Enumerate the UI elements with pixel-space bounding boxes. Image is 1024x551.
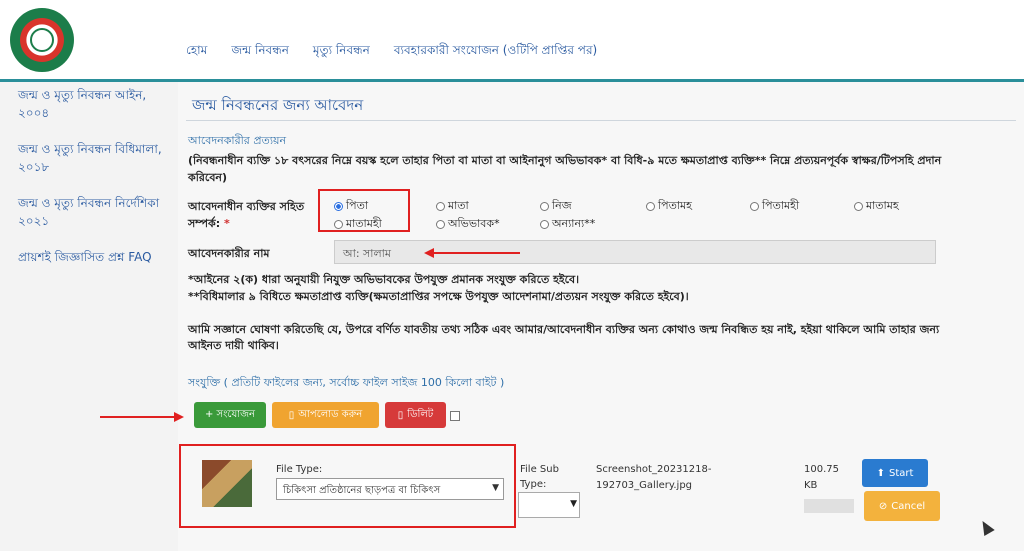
upload-button[interactable]: ▯ আপলোড করুন — [272, 402, 379, 428]
file-subtype-label: File Sub Type: — [520, 464, 559, 490]
nav-death-registration[interactable]: মৃত্যু নিবন্ধন — [313, 42, 370, 62]
sidebar-item-rules-2018[interactable]: জন্ম ও মৃত্যু নিবন্ধন বিধিমালা, ২০১৮ — [18, 140, 168, 176]
sidebar: জন্ম ও মৃত্যু নিবন্ধন আইন, ২০০৪ জন্ম ও ম… — [0, 82, 178, 551]
cancel-icon: ⊘ — [878, 500, 888, 512]
sidebar-item-faq[interactable]: প্রায়শই জিজ্ঞাসিত প্রশ্ন FAQ — [18, 248, 168, 266]
start-upload-button[interactable]: ⬆ Start — [862, 459, 928, 487]
note-authorized: **বিধিমালার ৯ বিধিতে ক্ষমতাপ্রাপ্ত ব্যক্… — [188, 290, 689, 303]
instruction-text: (নিবন্ধনাধীন ব্যক্তি ১৮ বৎসরের নিম্নে বয… — [188, 154, 942, 184]
annotation-arrow-add — [100, 416, 176, 418]
radio-mother[interactable]: মাতা — [436, 197, 469, 216]
upload-progress-bar — [804, 499, 854, 513]
delete-button[interactable]: ▯ ডিলিট — [385, 402, 446, 428]
note-guardian: *আইনের ২(ক) ধারা অনুযায়ী নিযুক্ত অভিভাব… — [188, 273, 580, 286]
divider — [186, 120, 1016, 121]
relation-label-text: আবেদনাধীন ব্যক্তির সহিত সম্পর্ক: — [188, 200, 305, 230]
section-heading: আবেদনকারীর প্রত্যয়ন — [188, 134, 287, 147]
annotation-arrow-name — [432, 252, 520, 254]
file-name: Screenshot_20231218- 192703_Gallery.jpg — [596, 464, 712, 491]
trash-icon: ▯ — [397, 409, 404, 421]
annotation-arrowhead-add — [174, 412, 184, 422]
annotation-arrowhead-name — [424, 248, 434, 258]
radio-maternal-grandfather[interactable]: মাতামহ — [854, 197, 899, 216]
header: হোম জন্ম নিবন্ধন মৃত্যু নিবন্ধন ব্যবহারক… — [0, 0, 1024, 82]
add-attachment-button[interactable]: + সংযোজন — [194, 402, 266, 428]
relation-label: আবেদনাধীন ব্যক্তির সহিত সম্পর্ক: * — [188, 198, 308, 232]
declaration-text: আমি সজ্ঞানে ঘোষণা করিতেছি যে, উপরে বর্ণি… — [188, 323, 940, 352]
radio-paternal-grandfather[interactable]: পিতামহ — [646, 197, 692, 216]
nav-home[interactable]: হোম — [186, 42, 207, 62]
required-mark: * — [223, 217, 230, 230]
upload-arrow-icon: ⬆ — [876, 467, 885, 479]
radio-other[interactable]: অন্যান্য** — [540, 215, 595, 234]
upload-icon: ▯ — [288, 409, 295, 421]
nav-birth-registration[interactable]: জন্ম নিবন্ধন — [231, 42, 289, 62]
cancel-upload-button[interactable]: ⊘ Cancel — [864, 491, 940, 521]
sidebar-item-guideline-2021[interactable]: জন্ম ও মৃত্যু নিবন্ধন নির্দেশিকা ২০২১ — [18, 194, 168, 230]
select-all-checkbox[interactable] — [450, 411, 460, 421]
attachment-heading: সংযুক্তি ( প্রতিটি ফাইলের জন্য, সর্বোচ্চ… — [188, 376, 505, 389]
file-size: 100.75 KB — [804, 464, 839, 491]
applicant-name-label: আবেদনকারীর নাম — [188, 247, 270, 260]
file-subtype-select[interactable]: ▼ — [518, 492, 580, 518]
radio-self[interactable]: নিজ — [540, 197, 572, 216]
chevron-down-icon: ▼ — [570, 499, 577, 509]
annotation-box-file-type — [179, 444, 516, 528]
sidebar-item-act-2004[interactable]: জন্ম ও মৃত্যু নিবন্ধন আইন, ২০০৪ — [18, 86, 168, 122]
radio-guardian[interactable]: অভিভাবক* — [436, 215, 500, 234]
top-navigation: হোম জন্ম নিবন্ধন মৃত্যু নিবন্ধন ব্যবহারক… — [186, 42, 597, 62]
radio-paternal-grandmother[interactable]: পিতামহী — [750, 197, 799, 216]
government-seal-logo[interactable] — [10, 8, 74, 72]
annotation-box-relation — [318, 189, 410, 232]
page-title: জন্ম নিবন্ধনের জন্য আবেদন — [192, 96, 364, 114]
nav-add-user[interactable]: ব্যবহারকারী সংযোজন (ওটিপি প্রাপ্তির পর) — [394, 42, 597, 62]
